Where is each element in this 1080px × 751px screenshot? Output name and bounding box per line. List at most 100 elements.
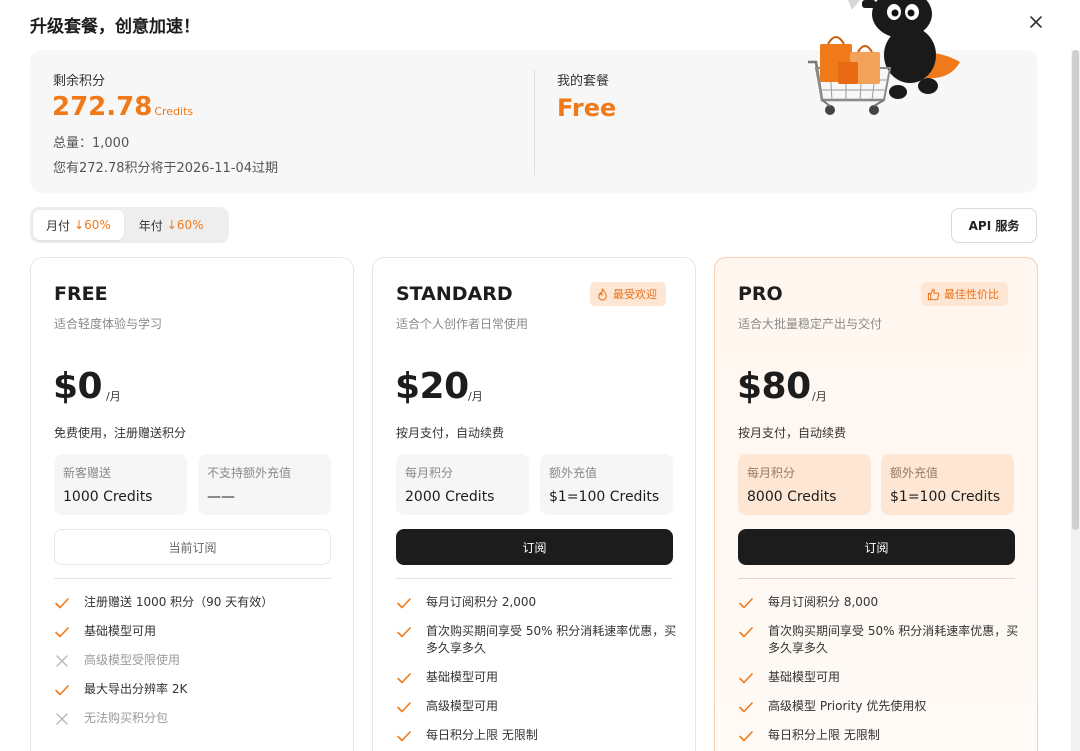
feature-text: 每日积分上限 无限制: [768, 728, 880, 742]
feature-item: 高级模型可用: [396, 698, 686, 715]
subscribe-button[interactable]: 订阅: [396, 529, 673, 565]
my-plan-label: 我的套餐: [557, 74, 610, 89]
modal-title: 升级套餐，创意加速！: [30, 17, 200, 37]
cross-icon: [56, 713, 68, 725]
feature-text: 首次购买期间享受 50% 积分消耗速率优惠，买多久享多久: [768, 624, 1019, 655]
feature-list: 每月订阅积分 8,000 首次购买期间享受 50% 积分消耗速率优惠，买多久享多…: [738, 594, 1028, 751]
info-box-label: 每月积分: [405, 466, 454, 480]
credits-unit: Credits: [154, 105, 194, 118]
check-icon: [55, 627, 69, 638]
feature-text: 基础模型可用: [426, 670, 499, 684]
billing-monthly-label: 月付: [46, 218, 71, 233]
plan-card-standard: STANDARD 最受欢迎 适合个人创作者日常使用 $20 /月 按月支付，自动…: [372, 257, 696, 751]
badge-text: 最受欢迎: [613, 288, 657, 301]
feature-text: 高级模型 Priority 优先使用权: [768, 699, 927, 713]
billing-monthly-option[interactable]: 月付 ↓60%: [33, 210, 124, 240]
check-icon: [55, 685, 69, 696]
info-box-value: 2000 Credits: [405, 489, 495, 505]
most-popular-badge: 最受欢迎: [590, 282, 666, 306]
feature-item: 每月订阅积分 2,000: [396, 594, 686, 611]
best-value-badge: 最佳性价比: [921, 282, 1008, 306]
plan-info-box: 额外充值 $1=100 Credits: [881, 454, 1014, 515]
remaining-credits-label: 剩余积分: [53, 74, 106, 89]
feature-item: 基础模型可用: [396, 669, 686, 686]
plan-info-box: 额外充值 $1=100 Credits: [540, 454, 673, 515]
plan-info-box: 每月积分 2000 Credits: [396, 454, 529, 515]
feature-item: 每日积分上限 无限制: [396, 727, 686, 744]
current-subscription-button[interactable]: 当前订阅: [54, 529, 331, 565]
total-credits: 总量：1,000: [53, 136, 130, 151]
feature-item: 每月订阅积分 8,000: [738, 594, 1028, 611]
close-button[interactable]: [1024, 10, 1048, 34]
billing-yearly-discount: ↓60%: [166, 218, 204, 232]
feature-text: 每月订阅积分 2,000: [426, 595, 537, 609]
feature-item: 注册赠送 1000 积分（90 天有效）: [54, 594, 344, 611]
check-icon: [397, 702, 411, 713]
feature-text: 基础模型可用: [84, 624, 157, 638]
plan-pay-description: 免费使用，注册赠送积分: [54, 426, 187, 440]
check-icon: [739, 673, 753, 684]
info-box-label: 每月积分: [747, 466, 796, 480]
feature-text: 注册赠送 1000 积分（90 天有效）: [84, 595, 274, 609]
check-icon: [397, 627, 411, 638]
plan-price: $20: [395, 366, 469, 407]
plan-period: /月: [468, 390, 483, 403]
billing-period-toggle: 月付 ↓60% 年付 ↓60%: [30, 207, 229, 243]
info-box-value: ——: [207, 489, 235, 505]
feature-text: 无法购买积分包: [84, 711, 169, 725]
feature-item: 高级模型受限使用: [54, 652, 344, 669]
plan-card-pro: PRO 最佳性价比 适合大批量稳定产出与交付 $80 /月 按月支付，自动续费 …: [714, 257, 1038, 751]
credits-expiry-note: 您有272.78积分将于2026-11-04过期: [53, 161, 279, 176]
info-box-label: 额外充值: [549, 466, 598, 480]
flame-icon: [598, 287, 607, 301]
feature-text: 高级模型可用: [426, 699, 499, 713]
plan-price: $80: [737, 366, 811, 407]
info-box-value: 8000 Credits: [747, 489, 837, 505]
plan-name: STANDARD: [396, 283, 513, 305]
billing-monthly-discount: ↓60%: [74, 218, 111, 232]
plan-period: /月: [812, 390, 827, 403]
feature-text: 基础模型可用: [768, 670, 841, 684]
plan-info-box: 新客赠送 1000 Credits: [54, 454, 187, 515]
plan-pay-description: 按月支付，自动续费: [738, 426, 847, 440]
plan-info-box: 每月积分 8000 Credits: [738, 454, 871, 515]
check-icon: [397, 673, 411, 684]
feature-text: 高级模型受限使用: [84, 653, 181, 667]
feature-item: 首次购买期间享受 50% 积分消耗速率优惠，买多久享多久: [738, 623, 1028, 657]
plan-name: FREE: [54, 283, 108, 305]
plan-card-free: FREE 适合轻度体验与学习 $0 /月 免费使用，注册赠送积分 新客赠送 10…: [30, 257, 354, 751]
check-icon: [739, 598, 753, 609]
thumbs-up-icon: [927, 288, 940, 300]
check-icon: [55, 598, 69, 609]
feature-list: 每月订阅积分 2,000 首次购买期间享受 50% 积分消耗速率优惠，买多久享多…: [396, 594, 686, 751]
plan-subtitle: 适合大批量稳定产出与交付: [738, 317, 883, 331]
check-icon: [739, 731, 753, 742]
feature-text: 首次购买期间享受 50% 积分消耗速率优惠，买多久享多久: [426, 624, 677, 655]
subscribe-button[interactable]: 订阅: [738, 529, 1015, 565]
remaining-credits-number: 272.78: [52, 92, 153, 122]
scrollbar-thumb[interactable]: [1072, 50, 1079, 530]
check-icon: [397, 598, 411, 609]
api-service-button[interactable]: API 服务: [951, 208, 1037, 243]
feature-item: 高级模型 Priority 优先使用权: [738, 698, 1028, 715]
scrollbar[interactable]: [1071, 50, 1080, 751]
check-icon: [739, 627, 753, 638]
billing-yearly-label: 年付: [138, 218, 163, 233]
card-divider: [54, 578, 331, 579]
check-icon: [739, 702, 753, 713]
my-plan-value: Free: [557, 94, 617, 122]
feature-list: 注册赠送 1000 积分（90 天有效） 基础模型可用 高级模型受限使用 最大导…: [54, 594, 344, 739]
feature-item: 首次购买期间享受 50% 积分消耗速率优惠，买多久享多久: [396, 623, 686, 657]
feature-text: 最大导出分辨率 2K: [84, 682, 188, 696]
info-box-value: $1=100 Credits: [549, 489, 660, 505]
billing-yearly-option[interactable]: 年付 ↓60%: [126, 210, 217, 240]
feature-item: 最大导出分辨率 2K: [54, 681, 344, 698]
info-box-label: 新客赠送: [63, 466, 112, 480]
plan-price: $0: [53, 366, 103, 407]
info-box-value: $1=100 Credits: [890, 489, 1001, 505]
card-divider: [396, 578, 673, 579]
cross-icon: [56, 655, 68, 667]
plan-subtitle: 适合个人创作者日常使用: [396, 317, 529, 331]
info-box-value: 1000 Credits: [63, 489, 153, 505]
feature-item: 每日积分上限 无限制: [738, 727, 1028, 744]
